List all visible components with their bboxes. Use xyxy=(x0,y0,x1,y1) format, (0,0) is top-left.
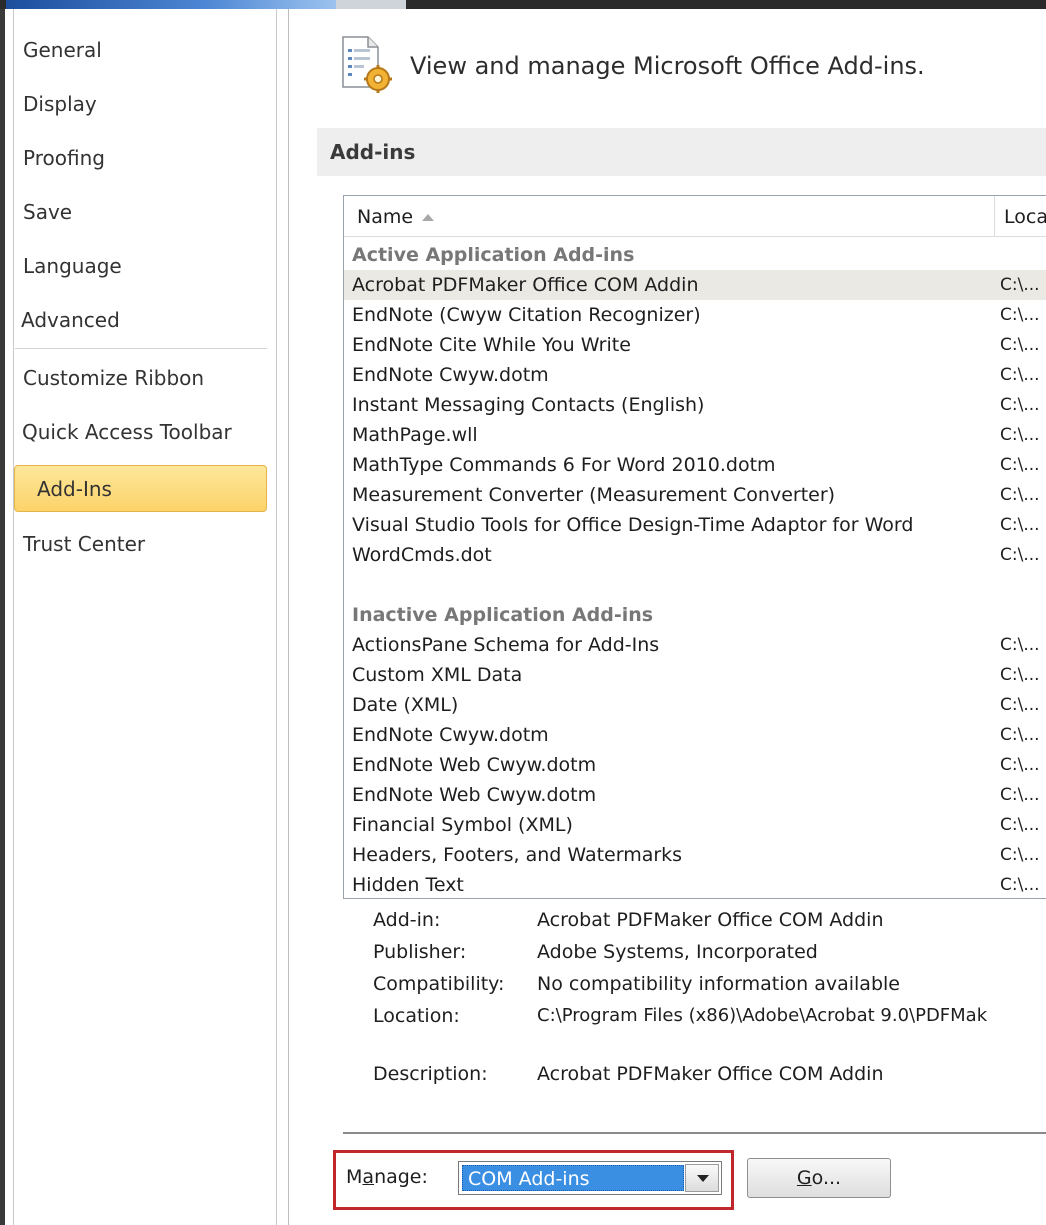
title-bar-fragment-gray xyxy=(336,0,406,9)
manage-label: Manage: xyxy=(346,1166,428,1188)
list-item[interactable]: EndNote Web Cwyw.dotm C:\... xyxy=(344,780,1046,810)
section-title: Add-ins xyxy=(330,140,416,164)
window-top-strip xyxy=(0,0,1046,9)
go-button[interactable]: Go... xyxy=(747,1158,891,1198)
list-item[interactable]: MathPage.wll C:\... xyxy=(344,420,1046,450)
column-separator[interactable] xyxy=(994,196,995,236)
list-item[interactable]: EndNote Cwyw.dotm C:\... xyxy=(344,720,1046,750)
detail-addin-value: Acrobat PDFMaker Office COM Addin xyxy=(537,909,884,931)
nav-item-display[interactable]: Display xyxy=(23,92,97,116)
sort-ascending-icon xyxy=(422,214,434,221)
section-header-bar xyxy=(317,128,1046,176)
detail-location-value: C:\Program Files (x86)\Adobe\Acrobat 9.0… xyxy=(537,1005,988,1026)
list-item[interactable]: Visual Studio Tools for Office Design-Ti… xyxy=(344,510,1046,540)
detail-compat-label: Compatibility: xyxy=(373,973,505,995)
details-separator xyxy=(343,1132,1046,1134)
detail-description-value: Acrobat PDFMaker Office COM Addin xyxy=(537,1063,884,1085)
title-bar-fragment xyxy=(6,0,336,9)
manage-dropdown-value[interactable]: COM Add-ins xyxy=(462,1165,684,1191)
detail-description-label: Description: xyxy=(373,1063,488,1085)
list-item[interactable]: Date (XML) C:\... xyxy=(344,690,1046,720)
column-header-location[interactable]: Loca xyxy=(1004,206,1046,228)
list-item[interactable]: ActionsPane Schema for Add-Ins C:\... xyxy=(344,630,1046,660)
detail-location-label: Location: xyxy=(373,1005,460,1027)
options-nav-panel xyxy=(13,9,277,1225)
nav-item-customize-ribbon[interactable]: Customize Ribbon xyxy=(23,366,204,390)
nav-item-quick-access-toolbar[interactable]: Quick Access Toolbar xyxy=(22,420,232,444)
nav-item-proofing[interactable]: Proofing xyxy=(23,146,105,170)
nav-separator xyxy=(15,348,267,349)
list-item[interactable]: Custom XML Data C:\... xyxy=(344,660,1046,690)
list-item[interactable]: Headers, Footers, and Watermarks C:\... xyxy=(344,840,1046,870)
group-header-active: Active Application Add-ins xyxy=(352,244,635,266)
list-item[interactable]: Measurement Converter (Measurement Conve… xyxy=(344,480,1046,510)
list-item[interactable]: EndNote (Cwyw Citation Recognizer) C:\... xyxy=(344,300,1046,330)
list-item[interactable]: Instant Messaging Contacts (English) C:\.… xyxy=(344,390,1046,420)
list-item[interactable]: Financial Symbol (XML) C:\... xyxy=(344,810,1046,840)
detail-addin-label: Add-in: xyxy=(373,909,441,931)
list-item-selected[interactable]: Acrobat PDFMaker Office COM Addin C:\... xyxy=(344,270,1046,300)
detail-publisher-value: Adobe Systems, Incorporated xyxy=(537,941,818,963)
detail-compat-value: No compatibility information available xyxy=(537,973,900,995)
nav-item-trust-center[interactable]: Trust Center xyxy=(23,532,145,556)
detail-publisher-label: Publisher: xyxy=(373,941,467,963)
manage-dropdown[interactable]: COM Add-ins xyxy=(458,1161,722,1195)
list-item[interactable]: Hidden Text C:\... xyxy=(344,870,1046,898)
page-title: View and manage Microsoft Office Add-ins… xyxy=(410,52,925,80)
list-item[interactable]: EndNote Web Cwyw.dotm C:\... xyxy=(344,750,1046,780)
column-header-name[interactable]: Name xyxy=(357,206,413,228)
list-item[interactable]: WordCmds.dot C:\... xyxy=(344,540,1046,570)
group-header-inactive: Inactive Application Add-ins xyxy=(352,604,654,626)
list-item[interactable]: EndNote Cite While You Write C:\... xyxy=(344,330,1046,360)
list-column-header: Name Loca xyxy=(344,196,1046,237)
nav-item-general[interactable]: General xyxy=(23,38,102,62)
nav-item-advanced[interactable]: Advanced xyxy=(21,308,120,332)
chevron-down-icon xyxy=(697,1175,709,1182)
addins-gear-icon xyxy=(342,36,392,93)
addins-list[interactable]: Name Loca Active Application Add-ins Acr… xyxy=(343,195,1046,899)
nav-item-language[interactable]: Language xyxy=(23,254,122,278)
manage-dropdown-button[interactable] xyxy=(685,1164,719,1192)
nav-item-save[interactable]: Save xyxy=(23,200,72,224)
list-item[interactable]: MathType Commands 6 For Word 2010.dotm C:… xyxy=(344,450,1046,480)
nav-item-add-ins[interactable]: Add-Ins xyxy=(14,465,267,512)
list-item[interactable]: EndNote Cwyw.dotm C:\... xyxy=(344,360,1046,390)
